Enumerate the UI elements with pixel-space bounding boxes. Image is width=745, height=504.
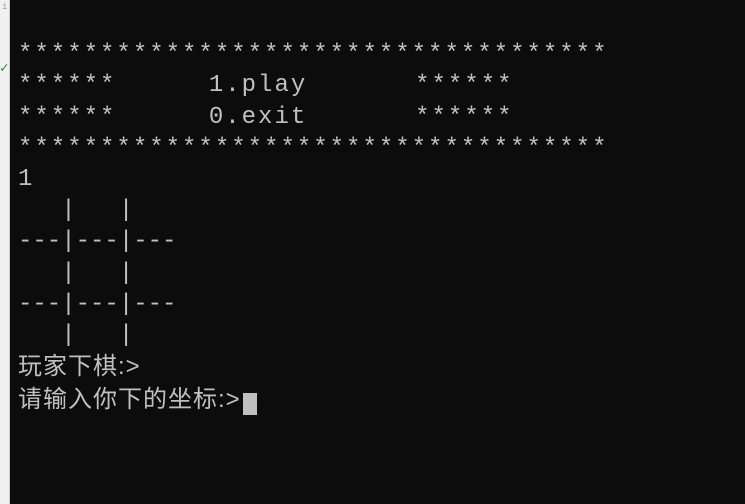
menu-border-top: ************************************ (18, 41, 608, 68)
terminal-output[interactable]: ************************************ ***… (10, 0, 745, 504)
menu-option-exit: 0.exit (209, 104, 307, 131)
board-row: | | (18, 322, 176, 349)
editor-gutter: ✓ (0, 0, 10, 504)
cursor-icon (243, 393, 257, 415)
board-divider: ---|---|--- (18, 291, 176, 318)
menu-side-right: ****** (415, 72, 513, 99)
prompt-enter-coord: 请输入你下的坐标:> (18, 386, 241, 413)
board-divider: ---|---|--- (18, 228, 176, 255)
prompt-player-move: 玩家下棋:> (18, 353, 141, 380)
menu-side-right: ****** (415, 104, 513, 131)
menu-side-left: ****** (18, 104, 116, 131)
menu-border-bottom: ************************************ (18, 135, 608, 162)
checkmark-icon: ✓ (0, 60, 8, 77)
menu-side-left: ****** (18, 72, 116, 99)
board-row: | | (18, 260, 176, 287)
user-input: 1 (18, 166, 33, 193)
board-row: | | (18, 197, 176, 224)
menu-option-play: 1.play (209, 72, 307, 99)
